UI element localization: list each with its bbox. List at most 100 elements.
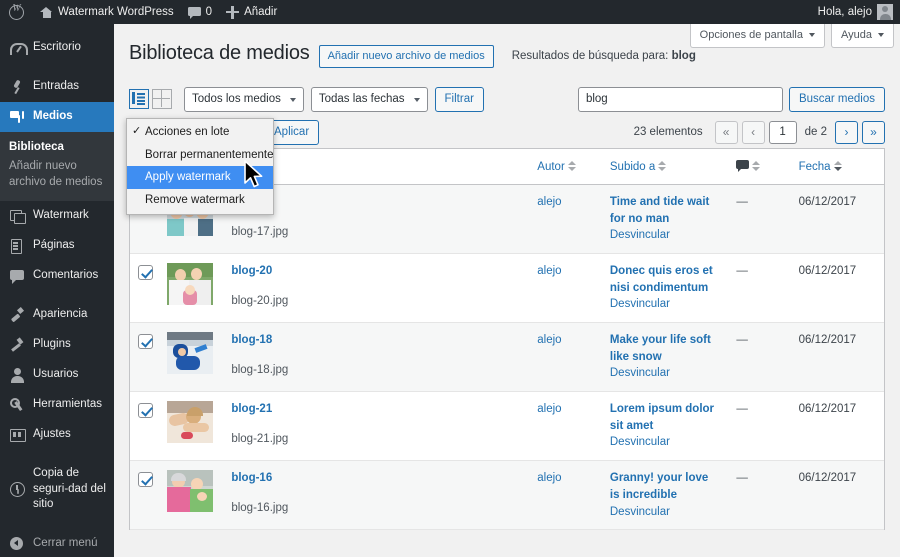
add-new-media-button[interactable]: Añadir nuevo archivo de medios: [318, 45, 494, 69]
sidebar-item-paginas[interactable]: Páginas: [0, 231, 114, 261]
submenu-item-anadir-nuevo[interactable]: Añadir nuevo archivo de medios: [0, 156, 114, 193]
sidebar-item-copia-seguridad[interactable]: Copia de seguri-dad del sitio: [0, 459, 114, 520]
media-title-link[interactable]: blog-16: [231, 470, 521, 487]
sidebar-item-ajustes[interactable]: Ajustes: [0, 420, 114, 450]
menu-spacer-1: [0, 63, 114, 72]
comment-bubble-icon: [187, 6, 201, 19]
bulk-action-option-0[interactable]: Acciones en lote: [127, 121, 273, 144]
column-header-date[interactable]: Fecha: [790, 149, 884, 186]
media-author-link[interactable]: alejo: [537, 196, 561, 208]
media-author-link[interactable]: alejo: [537, 403, 561, 415]
sidebar-item-usuarios[interactable]: Usuarios: [0, 360, 114, 390]
media-thumbnail[interactable]: [167, 263, 214, 306]
media-unlink-link[interactable]: Desvincular: [610, 229, 670, 241]
media-parent-link[interactable]: Make your life soft like snow: [610, 334, 711, 363]
comments-count: 0: [205, 6, 213, 18]
media-unlink-link[interactable]: Desvincular: [610, 436, 670, 448]
bulk-action-option-1[interactable]: Borrar permanentemente: [127, 144, 273, 167]
list-view-icon[interactable]: [129, 89, 149, 110]
page-icon: [9, 238, 25, 255]
row-cell-author: alejo: [529, 391, 602, 462]
grid-view-icon[interactable]: [152, 89, 172, 110]
media-filename: blog-16.jpg: [231, 501, 289, 514]
page-header: Biblioteca de medios Añadir nuevo archiv…: [114, 24, 900, 69]
sidebar-item-comentarios[interactable]: Comentarios: [0, 261, 114, 291]
column-header-parent[interactable]: Subido a: [601, 149, 729, 186]
new-content-menu[interactable]: Añadir: [219, 0, 284, 24]
sidebar-item-label: Usuarios: [33, 368, 79, 381]
column-header-author[interactable]: Autor: [529, 149, 602, 186]
column-header-comments[interactable]: [728, 149, 791, 186]
media-parent-link[interactable]: Granny! your love is incredible: [610, 472, 708, 501]
row-cell-author: alejo: [529, 184, 602, 255]
row-cell-file: blog-18 blog-18.jpg: [223, 322, 530, 393]
site-name-label: Watermark WordPress: [58, 6, 174, 18]
submenu-item-biblioteca[interactable]: Biblioteca: [0, 138, 114, 156]
sidebar-item-label: Escritorio: [33, 41, 81, 54]
bulk-action-option-2[interactable]: Apply watermark: [127, 166, 273, 190]
sidebar-item-watermark[interactable]: Watermark: [0, 201, 114, 231]
wordpress-logo-menu[interactable]: [0, 0, 33, 24]
sidebar-item-label: Medios: [33, 110, 73, 123]
row-cell-file: blog-20 blog-20.jpg: [223, 253, 530, 324]
plus-icon: [226, 5, 240, 19]
sidebar-item-cerrar-menu[interactable]: Cerrar menú: [0, 529, 114, 557]
media-title-link[interactable]: blog-21: [231, 401, 521, 418]
site-name-menu[interactable]: Watermark WordPress: [33, 0, 181, 24]
media-title-link[interactable]: blog-20: [231, 263, 521, 280]
media-toolbar: Todos los medios Todas las fechas Filtra…: [114, 82, 900, 116]
last-page-button[interactable]: »: [862, 120, 885, 144]
sidebar-item-plugins[interactable]: Plugins: [0, 330, 114, 360]
media-parent-link[interactable]: Time and tide wait for no man: [610, 196, 709, 225]
media-unlink-link[interactable]: Desvincular: [610, 367, 670, 379]
media-thumbnail[interactable]: [167, 470, 214, 513]
search-results-term: blog: [671, 50, 696, 62]
row-checkbox[interactable]: [138, 403, 153, 419]
sort-arrows-icon: [752, 160, 761, 172]
new-content-label: Añadir: [244, 6, 278, 18]
media-title-link[interactable]: blog-17: [231, 194, 521, 211]
watermark-icon: [9, 208, 26, 225]
sidebar-item-herramientas[interactable]: Herramientas: [0, 390, 114, 420]
date-filter-select[interactable]: Todas las fechas: [310, 86, 428, 112]
wordpress-logo-icon: [9, 3, 24, 20]
media-thumbnail[interactable]: [167, 332, 214, 375]
bulk-actions-dropdown-menu[interactable]: Acciones en loteBorrar permanentementeAp…: [126, 118, 274, 215]
row-checkbox[interactable]: [138, 472, 153, 488]
media-type-filter-select[interactable]: Todos los medios: [184, 86, 304, 112]
filter-button[interactable]: Filtrar: [434, 86, 484, 112]
total-pages-label: de 2: [804, 126, 827, 139]
media-parent-link[interactable]: Lorem ipsum dolor sit amet: [610, 403, 714, 432]
row-checkbox[interactable]: [138, 265, 153, 281]
media-author-link[interactable]: alejo: [537, 472, 561, 484]
comments-menu[interactable]: 0: [181, 0, 219, 24]
row-cell-checkbox: [130, 391, 160, 462]
comment-icon: [9, 268, 25, 285]
sidebar-item-apariencia[interactable]: Apariencia: [0, 300, 114, 330]
media-thumbnail[interactable]: [167, 401, 214, 444]
media-filename: blog-17.jpg: [231, 225, 289, 238]
bulk-action-option-3[interactable]: Remove watermark: [127, 189, 273, 212]
row-cell-comments: —: [728, 253, 791, 324]
media-unlink-link[interactable]: Desvincular: [610, 298, 670, 310]
media-title-link[interactable]: blog-18: [231, 332, 521, 349]
media-parent-link[interactable]: Donec quis eros et nisi condimentum: [610, 265, 713, 294]
search-media-button[interactable]: Buscar medios: [788, 86, 885, 112]
page-title: Biblioteca de medios: [129, 42, 310, 64]
row-checkbox[interactable]: [138, 334, 153, 350]
media-author-link[interactable]: alejo: [537, 265, 561, 277]
sidebar-item-medios[interactable]: Medios: [0, 102, 122, 132]
my-account-menu[interactable]: Hola, alejo: [811, 0, 900, 24]
table-row: blog-18 blog-18.jpg alejo Make your life so…: [130, 322, 884, 393]
submenu-item-label: Biblioteca: [9, 141, 64, 153]
media-unlink-link[interactable]: Desvincular: [610, 506, 670, 518]
sidebar-item-escritorio[interactable]: Escritorio: [0, 33, 114, 63]
sidebar-item-entradas[interactable]: Entradas: [0, 72, 114, 102]
search-input[interactable]: [577, 86, 783, 112]
media-search-box: Buscar medios: [577, 86, 885, 112]
media-date: 06/12/2017: [798, 265, 857, 278]
media-author-link[interactable]: alejo: [537, 334, 561, 346]
next-page-button[interactable]: ›: [835, 120, 858, 144]
current-page-input[interactable]: 1: [768, 120, 797, 144]
chevron-down-icon: [413, 97, 420, 102]
